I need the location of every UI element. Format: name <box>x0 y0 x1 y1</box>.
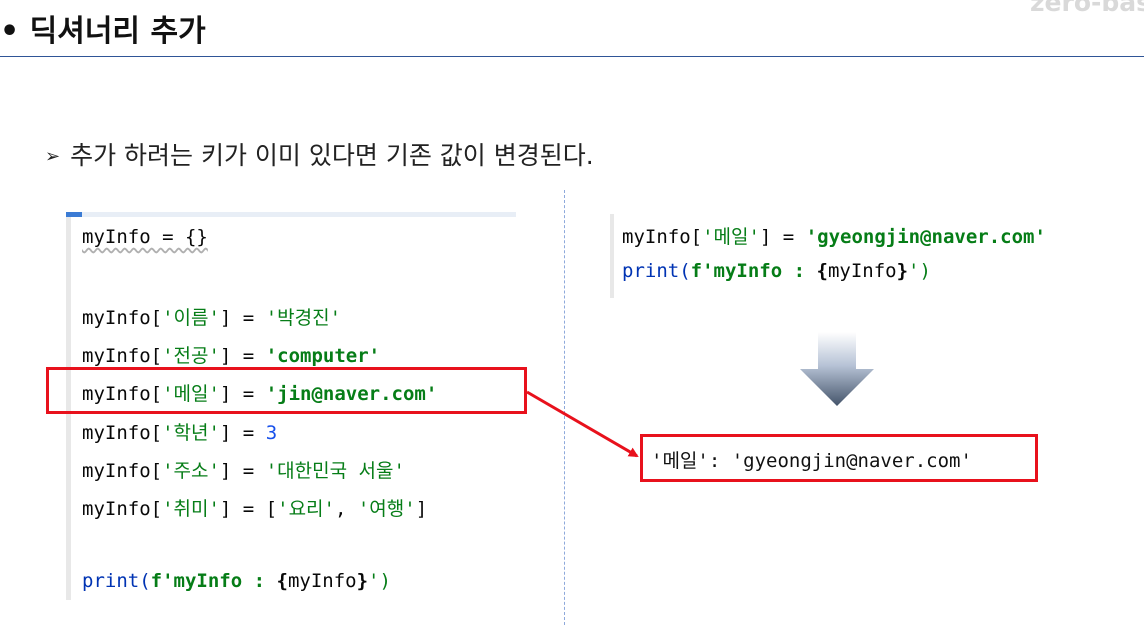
code-string: '주소' <box>162 460 220 482</box>
code-line-2: print(f'myInfo : {myInfo}') <box>622 260 931 282</box>
code-line-7: myInfo['취미'] = ['요리', '여행'] <box>82 494 427 521</box>
code-string: '대한민국 서울' <box>265 460 405 482</box>
subtitle: ➢ 추가 하려는 키가 이미 있다면 기존 값이 변경된다. <box>45 136 594 172</box>
code-text: myInfo[ <box>82 345 163 367</box>
code-keyword: print( <box>82 570 151 592</box>
code-string: '여행' <box>357 498 416 520</box>
code-string: '이름' <box>162 307 220 329</box>
code-text: ] = <box>219 307 266 329</box>
code-text: myInfo <box>827 260 897 282</box>
code-string: '메일' <box>702 226 760 248</box>
code-line-1: myInfo['메일'] = 'gyeongjin@naver.com' <box>622 222 1046 249</box>
code-string: ') <box>908 260 931 282</box>
code-string: '박경진' <box>265 307 342 329</box>
code-line-2: myInfo['이름'] = '박경진' <box>82 303 341 330</box>
code-string: '학년' <box>162 422 220 444</box>
code-text: myInfo[ <box>82 422 163 444</box>
editor-topbar <box>66 212 516 217</box>
code-string: f'myInfo : <box>690 260 817 282</box>
code-text: ] = <box>219 422 266 444</box>
title-divider <box>0 56 1144 57</box>
code-number: 3 <box>265 422 278 444</box>
code-text: ] = <box>759 226 806 248</box>
code-brace: } <box>356 570 369 592</box>
code-string: f'myInfo : <box>150 570 277 592</box>
highlight-box <box>46 367 527 414</box>
code-string: '전공' <box>162 345 220 367</box>
code-text: ] <box>415 498 428 520</box>
code-text: myInfo[ <box>82 460 163 482</box>
code-string: '요리' <box>277 498 335 520</box>
code-brace: { <box>276 570 288 592</box>
code-text: ] = <box>219 460 266 482</box>
code-string: 'gyeongjin@naver.com' <box>805 226 1046 248</box>
brand-logo: zero-bas <box>1030 0 1144 17</box>
code-text: ] = [ <box>219 498 278 520</box>
code-panel-right: myInfo['메일'] = 'gyeongjin@naver.com' pri… <box>610 214 1144 298</box>
subtitle-text: 추가 하려는 키가 이미 있다면 기존 값이 변경된다. <box>70 141 594 170</box>
slide-title: • 딕셔너리 추가 <box>0 14 206 49</box>
code-text: myInfo <box>287 570 357 592</box>
code-text: ] = <box>219 345 266 367</box>
code-string: 'computer' <box>265 345 381 367</box>
code-brace: } <box>896 260 909 282</box>
down-arrow-icon <box>800 332 874 406</box>
code-line-3: myInfo['전공'] = 'computer' <box>82 341 380 368</box>
code-string: '취미' <box>162 498 220 520</box>
bullet-icon: ➢ <box>45 146 61 167</box>
code-text: , <box>334 498 358 520</box>
code-keyword: print( <box>622 260 691 282</box>
code-line-5: myInfo['학년'] = 3 <box>82 418 277 445</box>
code-line-8: print(f'myInfo : {myInfo}') <box>82 570 391 592</box>
code-text: myInfo[ <box>82 307 163 329</box>
code-line-1: myInfo = {} <box>82 226 208 248</box>
result-box: '메일': 'gyeongjin@naver.com' <box>640 434 1038 482</box>
vertical-divider <box>564 190 565 625</box>
code-brace: { <box>816 260 828 282</box>
code-string: ') <box>368 570 391 592</box>
code-text: myInfo[ <box>82 498 163 520</box>
code-text: myInfo = {} <box>82 226 208 248</box>
code-line-6: myInfo['주소'] = '대한민국 서울' <box>82 456 405 483</box>
result-text: '메일': 'gyeongjin@naver.com' <box>651 450 972 472</box>
code-text: myInfo[ <box>622 226 703 248</box>
editor-gutter <box>610 214 614 298</box>
editor-topbar-accent <box>66 212 82 217</box>
